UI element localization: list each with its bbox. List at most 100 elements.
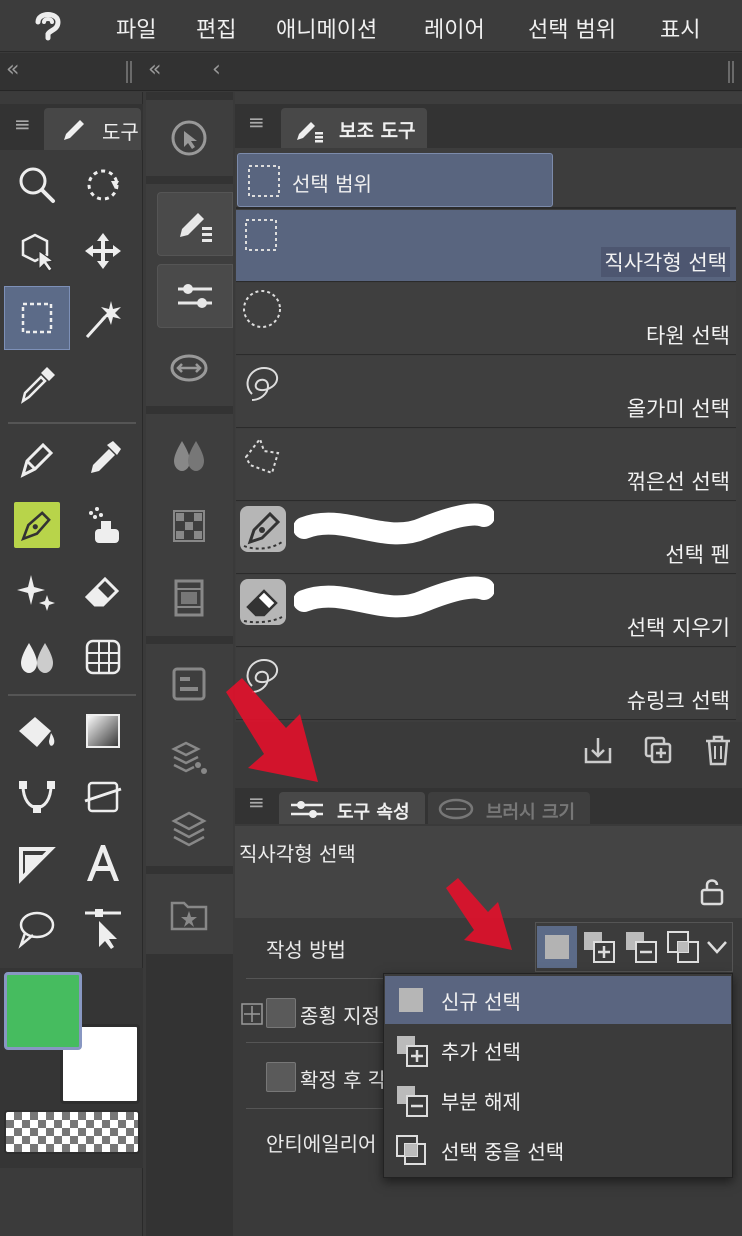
brush-stroke-preview <box>294 503 494 545</box>
intersect-select-icon <box>667 931 699 963</box>
layer-button[interactable] <box>151 796 227 860</box>
eraser-icon <box>84 576 120 607</box>
subtool-item-selection-eraser[interactable]: 선택 지우기 <box>236 575 736 647</box>
color-set-button[interactable] <box>151 494 227 558</box>
tool-property-button[interactable] <box>157 264 233 328</box>
color-set-icon <box>173 510 205 542</box>
app-logo-icon[interactable] <box>28 8 68 44</box>
pen-nib-icon <box>20 442 54 478</box>
menu-layer[interactable]: 레이어 <box>424 12 485 44</box>
brush-size-button[interactable] <box>151 336 227 400</box>
tool-selection[interactable] <box>4 286 70 350</box>
color-wheel-button[interactable] <box>151 422 227 486</box>
airbrush-icon <box>89 507 119 543</box>
transparent-color-swatch[interactable] <box>4 1110 140 1154</box>
pen-active-icon <box>14 502 60 548</box>
material-button[interactable] <box>151 882 227 946</box>
perspective-grid-icon <box>85 639 121 675</box>
tool-zoom[interactable] <box>6 154 68 216</box>
menu-file[interactable]: 파일 <box>116 12 156 44</box>
layer-property-button[interactable] <box>151 652 227 716</box>
tool-pen-green[interactable] <box>6 494 68 556</box>
import-subtool-icon[interactable] <box>582 734 614 766</box>
tab-brush-size[interactable]: 브러시 크기 <box>428 792 590 824</box>
layers-icon <box>171 811 207 847</box>
tool-object[interactable] <box>6 220 68 282</box>
layer-search-button[interactable] <box>151 724 227 788</box>
mode-add-button[interactable] <box>579 926 619 968</box>
tool-pencil[interactable] <box>72 428 134 490</box>
aspect-checkbox[interactable] <box>266 998 296 1028</box>
collapse-arrow-icon[interactable]: ‹ <box>212 57 221 82</box>
color-drops-icon <box>174 441 204 471</box>
chevron-down-icon[interactable] <box>704 934 730 960</box>
selection-pen-icon <box>240 506 286 552</box>
tool-balloon[interactable] <box>6 898 68 960</box>
tool-move[interactable] <box>72 220 134 282</box>
tab-tool-property-label: 도구 속성 <box>337 802 410 823</box>
collapse-mid-icon[interactable]: « <box>148 57 161 82</box>
tool-ruler[interactable] <box>72 766 134 828</box>
annotation-arrow-icon <box>226 678 318 782</box>
subtool-item-selection-pen[interactable]: 선택 펜 <box>236 502 736 574</box>
dropdown-item-intersect[interactable]: 선택 중을 선택 <box>385 1126 731 1174</box>
duplicate-subtool-icon[interactable] <box>642 734 674 766</box>
menu-view[interactable]: 표시 <box>660 12 700 44</box>
move-arrows-icon <box>85 233 121 269</box>
subtool-menu-icon[interactable]: ≡ <box>248 110 265 134</box>
menu-selection[interactable]: 선택 범위 <box>528 12 616 44</box>
tool-pen[interactable] <box>6 428 68 490</box>
tool-eyedropper[interactable] <box>6 354 68 416</box>
tool-correct-line[interactable] <box>72 898 134 960</box>
selection-rect-icon <box>21 302 53 334</box>
aspect-label: 종횡 지정 <box>300 1004 380 1028</box>
subtool-item-ellipse-select[interactable]: 타원 선택 <box>236 283 736 355</box>
tool-auto-select[interactable] <box>72 288 134 350</box>
gradient-icon <box>86 714 120 748</box>
tool-eraser[interactable] <box>72 560 134 622</box>
tool-frame[interactable] <box>6 832 68 894</box>
collapse-left-icon[interactable]: « <box>6 57 19 82</box>
menu-edit[interactable]: 편집 <box>196 12 236 44</box>
tool-text[interactable] <box>72 832 134 894</box>
tool-blend[interactable] <box>6 626 68 688</box>
subtool-panel-button[interactable] <box>157 192 233 256</box>
subtool-item-label: 올가미 선택 <box>626 397 730 421</box>
frame-border-icon <box>19 847 56 884</box>
splitter-handle[interactable] <box>126 61 132 83</box>
tool-grid[interactable] <box>72 626 134 688</box>
subtool-group-selection[interactable]: 선택 범위 <box>237 153 553 207</box>
unlock-icon[interactable] <box>697 876 727 906</box>
tab-subtool[interactable]: 보조 도구 <box>281 108 427 148</box>
dropdown-item-subtract[interactable]: 부분 해제 <box>385 1076 731 1124</box>
tool-decoration[interactable] <box>6 560 68 622</box>
subtool-item-rect-select[interactable]: 직사각형 선택 <box>236 210 736 282</box>
subtool-item-lasso-select[interactable]: 올가미 선택 <box>236 356 736 428</box>
mode-new-button[interactable] <box>537 926 577 968</box>
delete-subtool-icon[interactable] <box>702 734 734 766</box>
menu-animation[interactable]: 애니메이션 <box>276 12 377 44</box>
tab-brush-size-label: 브러시 크기 <box>486 802 576 823</box>
after-confirm-checkbox[interactable] <box>266 1062 296 1092</box>
tool-airbrush[interactable] <box>72 494 134 556</box>
add-select-icon <box>584 932 615 963</box>
dropdown-item-new[interactable]: 신규 선택 <box>385 976 731 1024</box>
tab-tool[interactable]: 도구 <box>44 108 141 150</box>
mode-subtract-button[interactable] <box>621 926 661 968</box>
mode-intersect-button[interactable] <box>663 926 703 968</box>
sliders-icon <box>178 284 212 308</box>
tool-fill[interactable] <box>6 700 68 762</box>
color-history-button[interactable] <box>151 566 227 630</box>
tool-figure[interactable] <box>6 766 68 828</box>
main-color-swatch[interactable] <box>4 972 82 1050</box>
expand-plus-icon[interactable] <box>240 1002 264 1026</box>
dropdown-item-add[interactable]: 추가 선택 <box>385 1026 731 1074</box>
tab-tool-property[interactable]: 도구 속성 <box>279 792 425 824</box>
property-menu-icon[interactable]: ≡ <box>248 790 265 814</box>
tool-menu-icon[interactable]: ≡ <box>14 112 31 136</box>
splitter-handle-right[interactable] <box>728 61 734 83</box>
tool-gradient[interactable] <box>72 700 134 762</box>
subtool-item-polyline-select[interactable]: 꺾은선 선택 <box>236 429 736 501</box>
tool-rotate[interactable] <box>72 154 134 216</box>
navigator-button[interactable] <box>151 106 227 170</box>
